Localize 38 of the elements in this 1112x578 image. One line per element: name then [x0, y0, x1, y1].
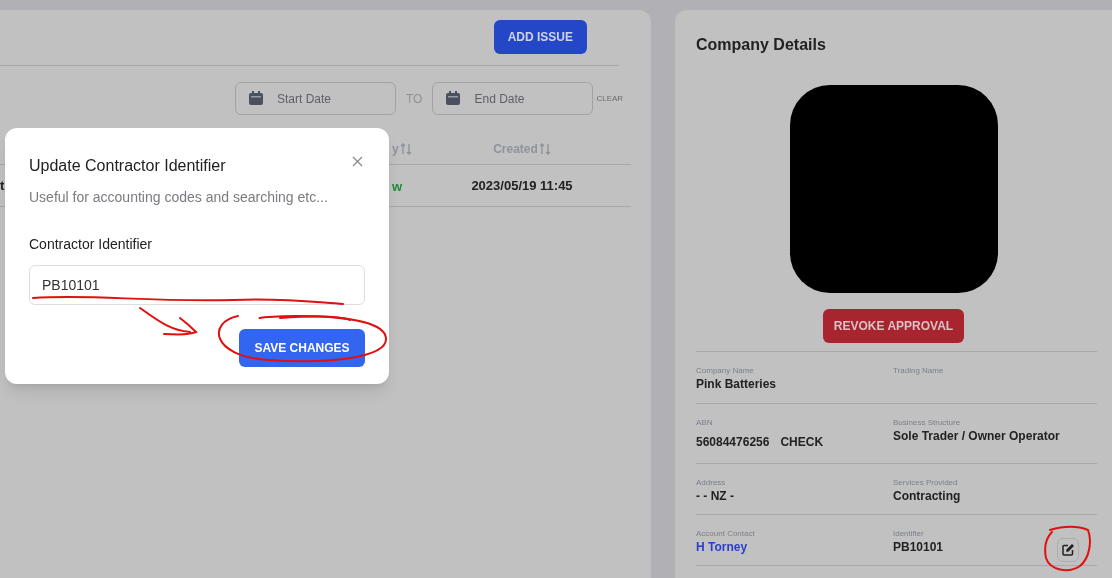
- field-value: 56084476256: [696, 435, 770, 449]
- field-label: Account Contact: [696, 529, 756, 539]
- identifier-field[interactable]: PB10101: [29, 265, 365, 305]
- edit-icon: [1062, 544, 1074, 556]
- table-cell-text: 2023/05/19 11:45: [470, 176, 574, 195]
- panel-title: Company Details: [696, 35, 827, 55]
- field-value: Contracting: [893, 489, 961, 503]
- sort-icon: [399, 142, 412, 155]
- dialog-title: Update Contractor Identifier: [29, 156, 226, 176]
- field-label: Contractor Identifier: [29, 235, 153, 254]
- field-value: - - NZ -: [696, 489, 734, 503]
- field-label: Services Provided: [893, 478, 959, 488]
- sort-icon: [538, 142, 551, 155]
- field-label: ABN: [696, 418, 714, 428]
- field-label: Address: [696, 478, 727, 488]
- field-label: Identifier: [893, 529, 925, 539]
- start-date-field[interactable]: Start Date: [235, 82, 396, 115]
- add-issue-button[interactable]: ADD ISSUE: [493, 20, 587, 54]
- field-value: Pink Batteries: [696, 377, 777, 391]
- save-changes-button[interactable]: SAVE CHANGES: [239, 329, 365, 367]
- dialog-subtitle: Useful for accounting codes and searching etc...: [29, 188, 329, 207]
- field-label: Trading Name: [893, 366, 945, 376]
- contact-link[interactable]: H Torney: [696, 540, 748, 554]
- clear-link[interactable]: CLEAR: [596, 92, 624, 105]
- table-cell-text: t: [0, 176, 6, 195]
- check-link[interactable]: CHECK: [780, 435, 824, 449]
- revoke-approval-button[interactable]: REVOKE APPROVAL: [823, 309, 964, 343]
- edit-button[interactable]: [1057, 538, 1079, 562]
- field-value: PB10101: [893, 540, 944, 554]
- annotation-drawing: [1044, 525, 1092, 573]
- calendar-icon: [248, 90, 264, 106]
- calendar-icon: [445, 90, 462, 106]
- field-label: Business Structure: [893, 418, 962, 428]
- end-date-field[interactable]: End Date: [432, 82, 594, 115]
- status-text: w: [392, 178, 403, 194]
- field-value: Sole Trader / Owner Operator: [893, 429, 1060, 443]
- field-label: Company Name: [696, 366, 755, 376]
- close-icon[interactable]: [352, 156, 363, 167]
